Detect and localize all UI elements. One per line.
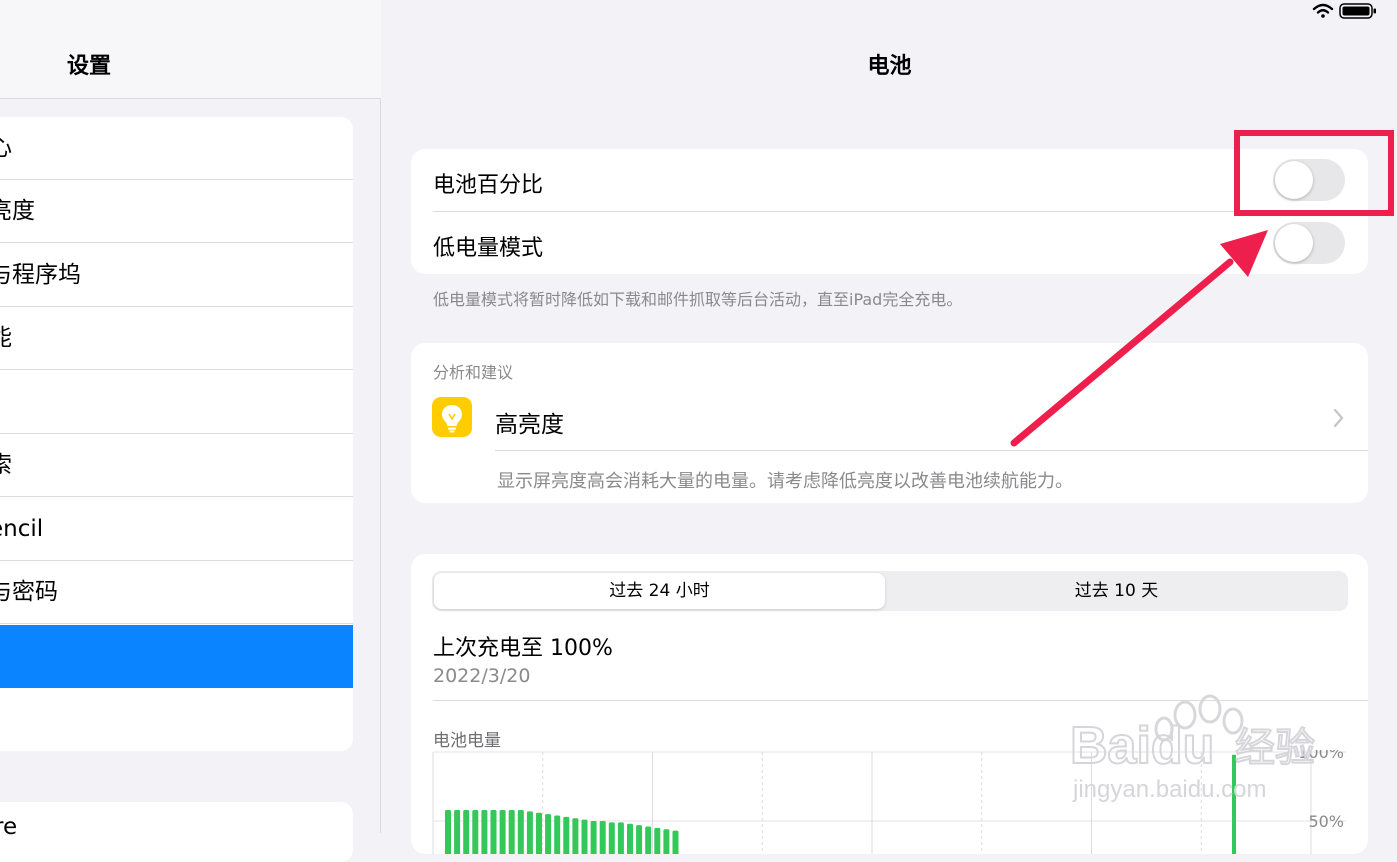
watermark-url: jingyan.baidu.com <box>1072 776 1266 803</box>
watermark-brand: Baidu <box>1070 717 1214 775</box>
watermark-brand-cn: 经验 <box>1235 725 1315 771</box>
baidu-watermark: Baidu 经验 jingyan.baidu.com <box>1069 694 1316 803</box>
battery-bar <box>672 830 679 854</box>
